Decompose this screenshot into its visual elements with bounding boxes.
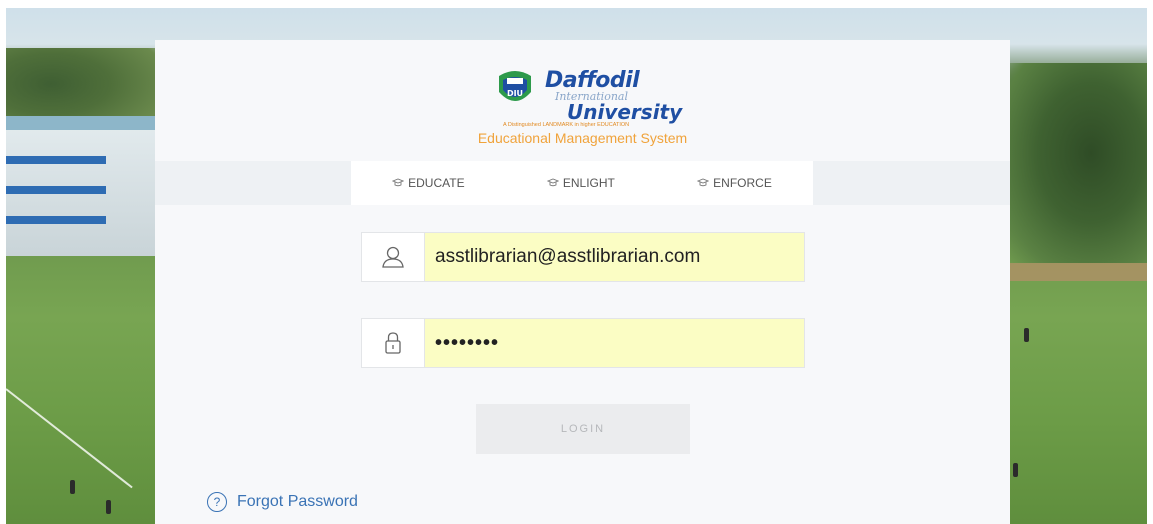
building-stripe (6, 216, 106, 224)
lock-icon-box (362, 319, 425, 367)
password-field-group (361, 318, 805, 368)
help-circle-icon: ? (207, 492, 227, 512)
background-building (6, 116, 156, 256)
background-person (70, 480, 75, 494)
motto-educate: EDUCATE (392, 176, 465, 190)
user-icon (382, 246, 404, 268)
motto-strip: EDUCATE ENLIGHT ENFORCE (155, 161, 1010, 205)
password-input[interactable] (425, 319, 804, 367)
background-person (106, 500, 111, 514)
brand-tagline: A Distinguished LANDMARK in higher EDUCA… (503, 122, 630, 128)
background-person (1013, 463, 1018, 477)
building-stripe (6, 186, 106, 194)
graduation-cap-icon (546, 178, 559, 187)
background-person (1024, 328, 1029, 342)
system-title: Educational Management System (477, 130, 688, 146)
email-input[interactable] (425, 233, 804, 281)
brand-name-line3: University (567, 100, 683, 124)
email-field-group (361, 232, 805, 282)
login-button[interactable]: LOGIN (476, 404, 690, 454)
motto-label: ENFORCE (713, 176, 772, 190)
login-card: DIU Daffodil International University A … (155, 40, 1010, 524)
motto-bar: EDUCATE ENLIGHT ENFORCE (351, 161, 813, 205)
graduation-cap-icon (392, 178, 405, 187)
forgot-password-link[interactable]: ? Forgot Password (207, 492, 358, 512)
motto-label: ENLIGHT (562, 176, 615, 190)
graduation-cap-icon (697, 178, 710, 187)
university-emblem-icon: DIU (499, 71, 531, 101)
building-stripe (6, 156, 106, 164)
background-field-line (6, 388, 133, 489)
forgot-password-label: Forgot Password (237, 493, 358, 510)
emblem-text: DIU (507, 89, 523, 98)
motto-enforce: ENFORCE (697, 176, 772, 190)
user-icon-box (362, 233, 425, 281)
background-trees-right (1007, 63, 1147, 263)
motto-label: EDUCATE (408, 176, 465, 190)
background-track (1007, 263, 1147, 281)
motto-enlight: ENLIGHT (546, 176, 615, 190)
lock-icon (385, 332, 401, 354)
building-roof (6, 116, 156, 130)
university-logo: DIU Daffodil International University A … (493, 66, 682, 136)
